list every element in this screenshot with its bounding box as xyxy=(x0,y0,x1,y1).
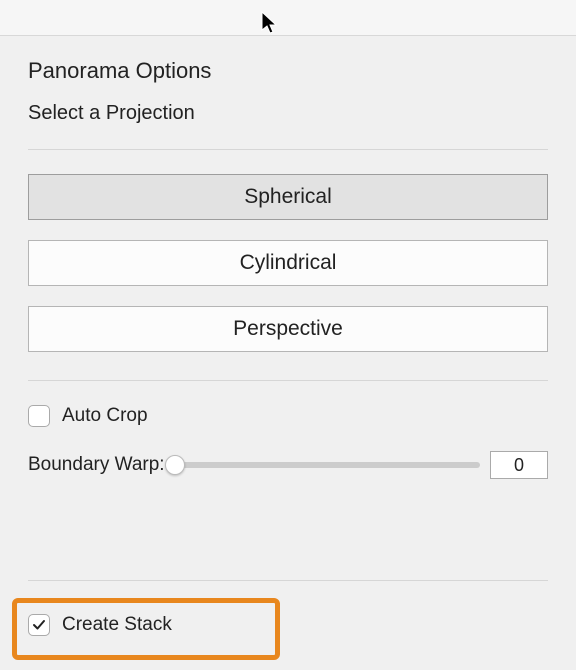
divider xyxy=(28,580,548,581)
auto-crop-checkbox[interactable] xyxy=(28,405,50,427)
create-stack-row: Create Stack xyxy=(28,614,172,636)
checkmark-icon xyxy=(32,618,46,632)
divider xyxy=(28,380,548,381)
panel-subtitle: Select a Projection xyxy=(28,102,548,125)
auto-crop-label: Auto Crop xyxy=(62,405,148,427)
top-bar xyxy=(0,0,576,36)
projection-spherical-button[interactable]: Spherical xyxy=(28,174,548,220)
boundary-warp-label: Boundary Warp: xyxy=(28,454,165,476)
panel-title: Panorama Options xyxy=(28,58,548,84)
auto-crop-row: Auto Crop xyxy=(28,405,548,427)
projection-cylindrical-button[interactable]: Cylindrical xyxy=(28,240,548,286)
slider-thumb[interactable] xyxy=(165,455,185,475)
projection-perspective-button[interactable]: Perspective xyxy=(28,306,548,352)
divider xyxy=(28,149,548,150)
boundary-warp-slider[interactable] xyxy=(175,462,480,468)
boundary-warp-input[interactable] xyxy=(490,451,548,479)
projection-list: Spherical Cylindrical Perspective xyxy=(28,174,548,352)
create-stack-label: Create Stack xyxy=(62,614,172,636)
panorama-options-panel: Panorama Options Select a Projection Sph… xyxy=(0,36,576,479)
create-stack-checkbox[interactable] xyxy=(28,614,50,636)
boundary-warp-row: Boundary Warp: xyxy=(28,451,548,479)
